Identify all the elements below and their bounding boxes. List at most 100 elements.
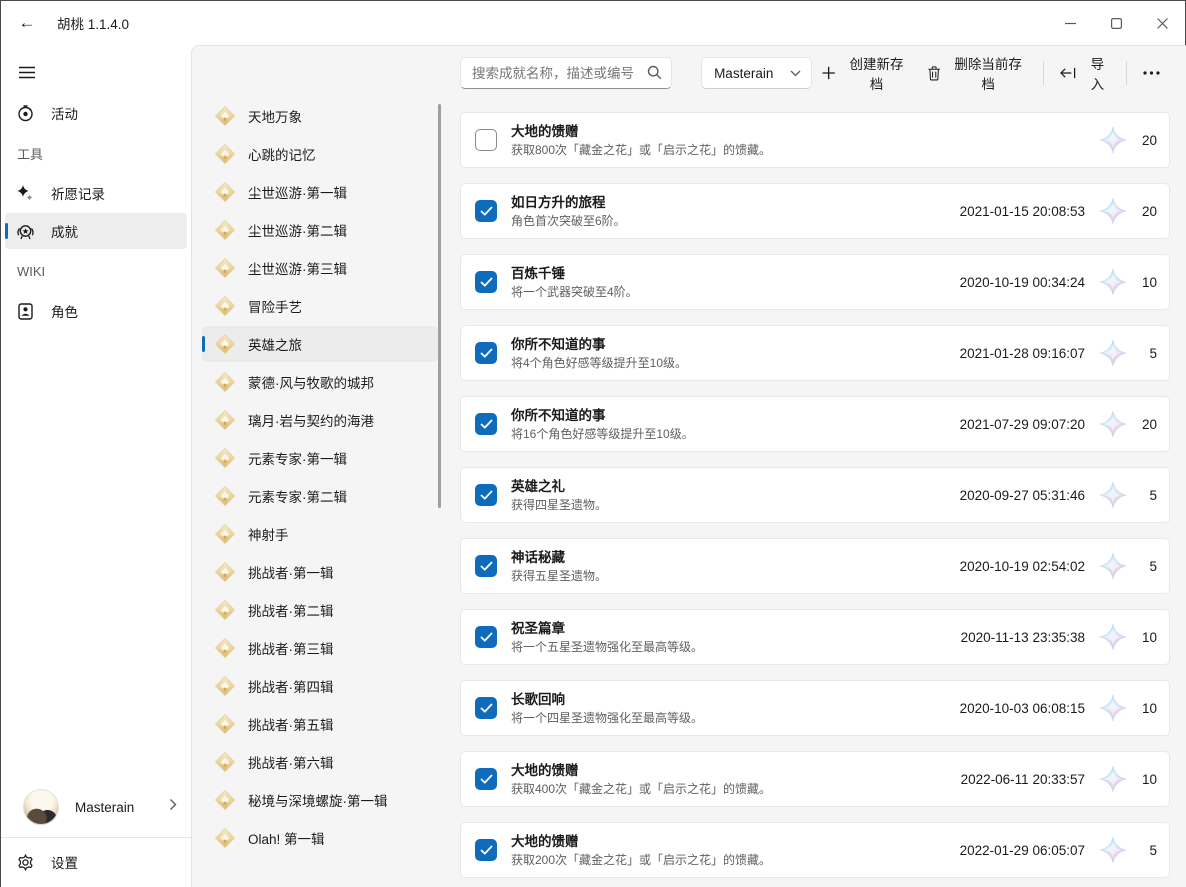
sidebar-item-label: 设置 (51, 852, 78, 872)
category-item[interactable]: 神射手 (202, 516, 438, 552)
category-scrollbar-thumb[interactable] (438, 104, 441, 508)
back-arrow-icon: ← (19, 13, 36, 33)
achievement-checkbox[interactable] (475, 271, 497, 293)
achievement-description: 将一个武器突破至4阶。 (511, 284, 960, 301)
achievement-description: 获得五星圣遗物。 (511, 568, 960, 585)
achievement-checkbox[interactable] (475, 413, 497, 435)
category-item[interactable]: 秘境与深境螺旋·第一辑 (202, 782, 438, 818)
delete-archive-button[interactable]: 删除当前存档 (918, 56, 1036, 90)
achievement-description: 获得四星圣遗物。 (511, 497, 960, 514)
category-medal-icon (202, 105, 248, 127)
category-item[interactable]: 挑战者·第二辑 (202, 592, 438, 628)
achievement-checkbox[interactable] (475, 484, 497, 506)
category-item[interactable]: 挑战者·第四辑 (202, 668, 438, 704)
category-medal-icon (214, 181, 236, 203)
achievement-text: 神话秘藏获得五星圣遗物。 (511, 548, 960, 585)
achievement-checkbox[interactable] (475, 342, 497, 364)
primogem-icon (1099, 339, 1127, 367)
close-button[interactable] (1139, 1, 1185, 45)
category-medal-icon (214, 827, 236, 849)
sidebar-item-achievements[interactable]: 成就 (5, 213, 187, 249)
category-item[interactable]: 挑战者·第一辑 (202, 554, 438, 590)
category-medal-icon (214, 713, 236, 735)
sidebar-item-settings[interactable]: 设置 (5, 842, 187, 882)
delete-archive-label: 删除当前存档 (950, 53, 1027, 93)
sidebar-item-character[interactable]: 角色 (5, 293, 187, 329)
achievement-text: 大地的馈赠获取400次「藏金之花」或「启示之花」的馈藏。 (511, 761, 961, 798)
search-icon[interactable] (647, 65, 662, 85)
category-item[interactable]: 挑战者·第六辑 (202, 744, 438, 780)
sidebar-item-activity[interactable]: 活动 (5, 95, 187, 131)
create-archive-button[interactable]: 创建新存档 (812, 56, 918, 90)
navigation-sidebar: 活动 工具 祈愿记录 成就 WIKI 角色 Masterain (1, 45, 191, 887)
category-item[interactable]: 璃月·岩与契约的海港 (202, 402, 438, 438)
sidebar-item-wish-records[interactable]: 祈愿记录 (5, 175, 187, 211)
category-item[interactable]: 挑战者·第五辑 (202, 706, 438, 742)
menu-toggle-button[interactable] (7, 55, 47, 89)
achievement-reward-value: 5 (1131, 843, 1157, 858)
category-item[interactable]: 尘世巡游·第二辑 (202, 212, 438, 248)
achievement-checkbox[interactable] (475, 626, 497, 648)
category-item[interactable]: 心跳的记忆 (202, 136, 438, 172)
achievement-card: 大地的馈赠获取200次「藏金之花」或「启示之花」的馈藏。2022-01-29 0… (460, 822, 1170, 878)
achievement-title: 长歌回响 (511, 690, 960, 709)
checkmark-icon (480, 561, 493, 571)
category-item[interactable]: 挑战者·第三辑 (202, 630, 438, 666)
category-medal-icon (202, 143, 248, 165)
category-item[interactable]: 元素专家·第一辑 (202, 440, 438, 476)
archive-selector-value: Masterain (714, 66, 790, 81)
achievement-description: 将16个角色好感等级提升至10级。 (511, 426, 960, 443)
category-item[interactable]: 尘世巡游·第一辑 (202, 174, 438, 210)
maximize-button[interactable] (1093, 1, 1139, 45)
category-item[interactable]: Olah! 第一辑 (202, 820, 438, 856)
category-item[interactable]: 天地万象 (202, 98, 438, 134)
category-label: Olah! 第一辑 (248, 828, 325, 848)
achievement-checkbox[interactable] (475, 200, 497, 222)
primogem-icon (1099, 410, 1127, 438)
category-item-selected[interactable]: 英雄之旅 (202, 326, 438, 362)
back-button[interactable]: ← (11, 7, 43, 39)
user-account-row[interactable]: Masterain (1, 779, 191, 835)
primogem-icon (1099, 836, 1127, 864)
achievements-toolbar: Masterain 创建新存档 删除当前存档 导入 (460, 54, 1170, 92)
category-label: 尘世巡游·第二辑 (248, 220, 347, 240)
checkmark-icon (480, 774, 493, 784)
checkmark-icon (480, 419, 493, 429)
category-item[interactable]: 蒙德·风与牧歌的城邦 (202, 364, 438, 400)
minimize-button[interactable] (1047, 1, 1093, 45)
category-label: 挑战者·第三辑 (248, 638, 334, 658)
category-label: 挑战者·第五辑 (248, 714, 334, 734)
category-label: 蒙德·风与牧歌的城邦 (248, 372, 374, 392)
search-input[interactable] (460, 57, 672, 89)
category-medal-icon (214, 143, 236, 165)
achievement-checkbox[interactable] (475, 697, 497, 719)
achievement-checkbox[interactable] (475, 839, 497, 861)
achievement-checkbox[interactable] (475, 555, 497, 577)
achievement-card: 长歌回响将一个四星圣遗物强化至最高等级。2020-10-03 06:08:151… (460, 680, 1170, 736)
achievement-title: 你所不知道的事 (511, 406, 960, 425)
checkmark-icon (480, 348, 493, 358)
archive-selector-dropdown[interactable]: Masterain (701, 57, 812, 89)
category-label: 元素专家·第二辑 (248, 486, 347, 506)
category-label: 天地万象 (248, 106, 302, 126)
achievement-checkbox[interactable] (475, 768, 497, 790)
import-arrow-icon (1060, 67, 1076, 79)
achievement-card: 神话秘藏获得五星圣遗物。2020-10-19 02:54:025 (460, 538, 1170, 594)
import-button[interactable]: 导入 (1050, 56, 1121, 90)
category-item[interactable]: 元素专家·第二辑 (202, 478, 438, 514)
category-medal-icon (214, 599, 236, 621)
category-label: 挑战者·第六辑 (248, 752, 334, 772)
maximize-icon (1111, 18, 1122, 29)
category-item[interactable]: 冒险手艺 (202, 288, 438, 324)
category-medal-icon (202, 675, 248, 697)
achievement-reward-value: 10 (1131, 701, 1157, 716)
achievement-title: 祝圣篇章 (511, 619, 961, 638)
category-medal-icon (202, 751, 248, 773)
more-options-button[interactable] (1133, 56, 1170, 90)
category-medal-icon (214, 485, 236, 507)
category-item[interactable]: 尘世巡游·第三辑 (202, 250, 438, 286)
category-medal-icon (214, 561, 236, 583)
achievement-date: 2021-01-28 09:16:07 (960, 346, 1085, 361)
achievement-checkbox[interactable] (475, 129, 497, 151)
import-label: 导入 (1085, 53, 1110, 93)
